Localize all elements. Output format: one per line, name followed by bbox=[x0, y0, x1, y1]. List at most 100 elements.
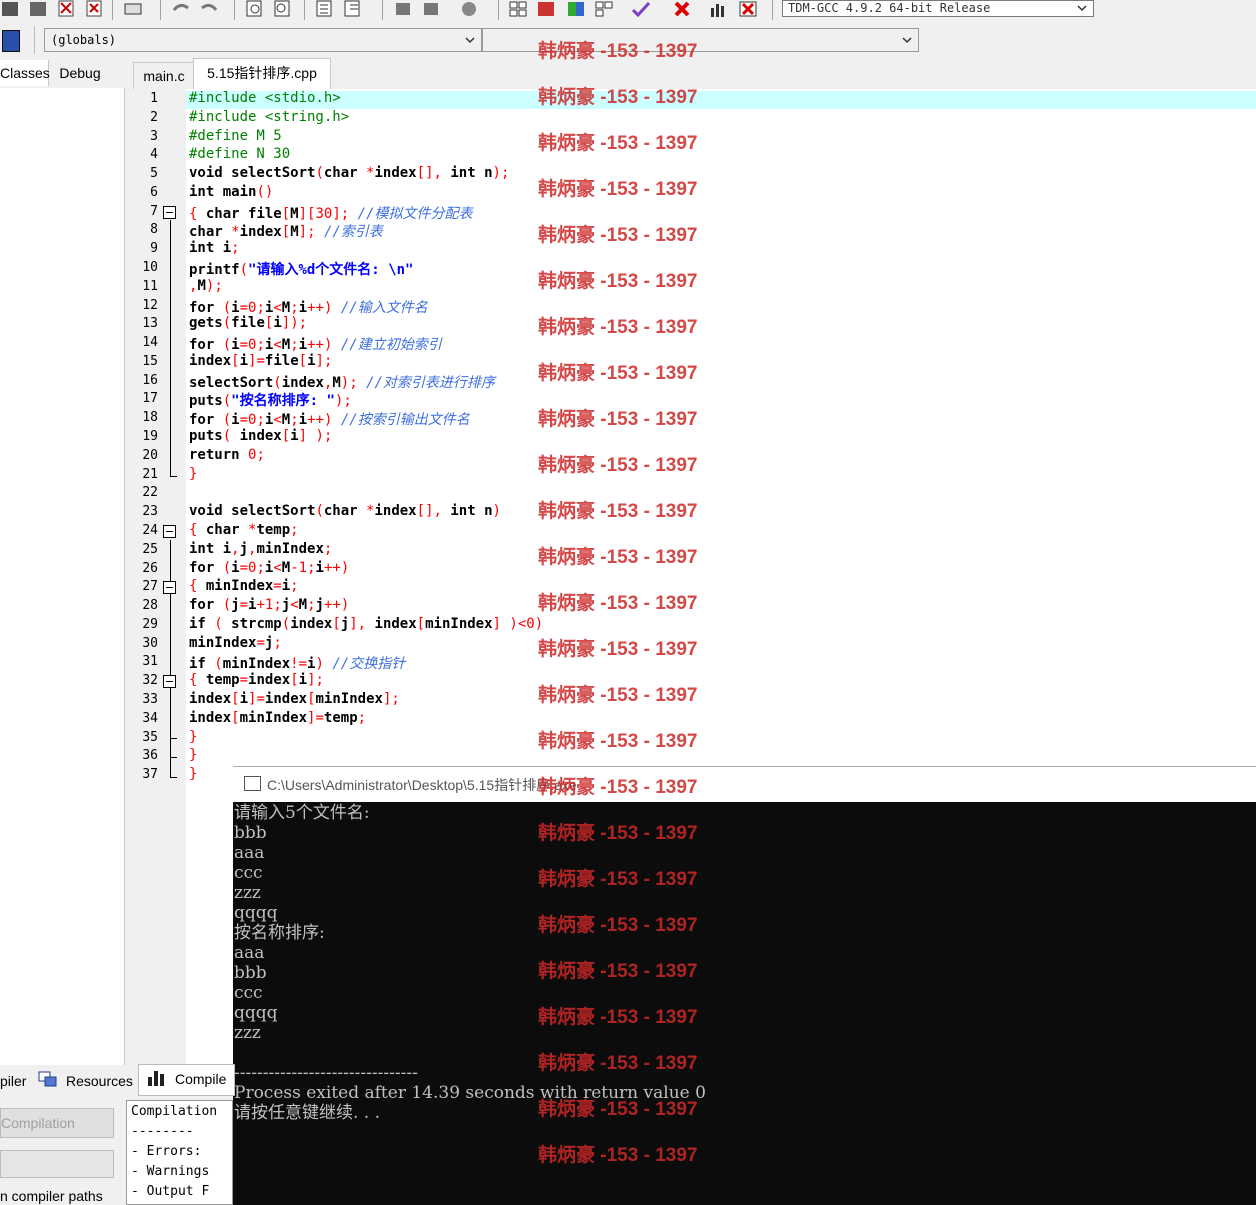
line-number: 12 bbox=[142, 297, 158, 313]
line-number: 26 bbox=[142, 560, 158, 576]
redo-icon[interactable] bbox=[198, 0, 220, 18]
delete-icon[interactable] bbox=[672, 0, 694, 18]
code-line: { minIndex=i; bbox=[189, 578, 299, 595]
compile-log-icon bbox=[146, 1069, 168, 1087]
code-line: #include <string.h> bbox=[189, 108, 350, 125]
line-number: 18 bbox=[142, 410, 158, 426]
fold-toggle[interactable] bbox=[163, 206, 176, 219]
save-all-icon[interactable] bbox=[28, 0, 50, 18]
compiler-select[interactable]: TDM-GCC 4.9.2 64-bit Release bbox=[782, 0, 1094, 17]
line-number: 23 bbox=[142, 504, 158, 520]
line-number: 28 bbox=[142, 598, 158, 614]
code-line: char *index[M]; //索引表 bbox=[189, 224, 383, 241]
tab-resources[interactable]: Resources bbox=[66, 1073, 133, 1089]
chevron-down-icon bbox=[902, 37, 912, 44]
code-line: index[i]=index[minIndex]; bbox=[189, 690, 400, 707]
fold-toggle[interactable] bbox=[163, 525, 176, 538]
tab-compile-log[interactable]: Compile bbox=[175, 1071, 226, 1087]
undo-icon[interactable] bbox=[170, 0, 192, 18]
console-line: qqqq bbox=[234, 903, 278, 923]
scope-select[interactable]: (globals) bbox=[44, 28, 482, 52]
line-number: 30 bbox=[142, 635, 158, 651]
watermark-text: 韩炳豪 -153 - 1397 bbox=[538, 317, 698, 338]
print-icon[interactable] bbox=[122, 0, 144, 18]
console-line: bbb bbox=[234, 963, 267, 983]
code-line: for (i=0;i<M;i++) //按索引输出文件名 bbox=[189, 412, 470, 429]
chart-icon[interactable] bbox=[708, 0, 730, 18]
watermark-text: 韩炳豪 -153 - 1397 bbox=[538, 823, 698, 844]
find-icon[interactable] bbox=[244, 0, 266, 18]
close-file-icon[interactable] bbox=[56, 0, 78, 18]
line-number: 22 bbox=[142, 485, 158, 501]
watermark-text: 韩炳豪 -153 - 1397 bbox=[538, 179, 698, 200]
line-number: 17 bbox=[142, 391, 158, 407]
watermark-text: 韩炳豪 -153 - 1397 bbox=[538, 409, 698, 430]
console-line: ccc bbox=[234, 983, 263, 1003]
line-number: 5 bbox=[150, 166, 158, 182]
compiler-paths-label: n compiler paths bbox=[0, 1188, 103, 1204]
save-icon[interactable] bbox=[0, 0, 22, 18]
watermark-text: 韩炳豪 -153 - 1397 bbox=[538, 777, 698, 798]
code-line: int main() bbox=[189, 183, 274, 200]
rebuild-icon[interactable] bbox=[594, 0, 616, 18]
code-line: index[minIndex]=temp; bbox=[189, 709, 367, 726]
code-line: { temp=index[i]; bbox=[189, 672, 324, 689]
line-number: 19 bbox=[142, 429, 158, 445]
main-toolbar: TDM-GCC 4.9.2 64-bit Release bbox=[0, 0, 1256, 24]
line-number: 1 bbox=[150, 91, 158, 106]
class-browser-panel bbox=[0, 88, 125, 1065]
bookmark-next-icon[interactable] bbox=[420, 0, 442, 18]
compile-icon[interactable] bbox=[508, 0, 530, 18]
log-line: - Output F bbox=[131, 1184, 210, 1199]
console-line: zzz bbox=[234, 883, 261, 903]
class-browser-icon[interactable] bbox=[2, 30, 20, 52]
line-number: 31 bbox=[142, 654, 158, 670]
code-line: { char *temp; bbox=[189, 521, 299, 538]
tab-compiler[interactable]: piler bbox=[0, 1073, 26, 1089]
code-line: void selectSort(char *index[], int n) bbox=[189, 503, 501, 520]
options-box[interactable] bbox=[0, 1150, 114, 1178]
close-all-icon[interactable] bbox=[84, 0, 106, 18]
tab-sort-cpp[interactable]: 5.15指针排序.cpp bbox=[193, 58, 331, 89]
stop-icon[interactable] bbox=[458, 0, 480, 18]
line-number: 10 bbox=[142, 260, 158, 276]
log-line: Compilation bbox=[131, 1104, 218, 1119]
fold-toggle[interactable] bbox=[163, 581, 176, 594]
line-number: 2 bbox=[150, 109, 158, 125]
abort-compilation-button[interactable]: Compilation bbox=[0, 1108, 114, 1138]
code-line: ,M); bbox=[189, 277, 223, 294]
console-line: zzz bbox=[234, 1023, 261, 1043]
console-line: ccc bbox=[234, 863, 263, 883]
code-line: } bbox=[189, 747, 198, 764]
compile-run-icon[interactable] bbox=[566, 0, 588, 18]
goto-line-icon[interactable] bbox=[314, 0, 336, 18]
bookmark-icon[interactable] bbox=[392, 0, 414, 18]
replace-icon[interactable] bbox=[272, 0, 294, 18]
line-number: 11 bbox=[142, 278, 158, 294]
watermark-text: 韩炳豪 -153 - 1397 bbox=[538, 869, 698, 890]
run-icon[interactable] bbox=[536, 0, 558, 18]
check-syntax-icon[interactable] bbox=[630, 0, 652, 18]
line-number: 16 bbox=[142, 372, 158, 388]
abort-icon[interactable] bbox=[738, 0, 760, 18]
code-line: if ( strcmp(index[j], index[minIndex] )<… bbox=[189, 615, 544, 632]
watermark-text: 韩炳豪 -153 - 1397 bbox=[538, 593, 698, 614]
fold-toggle[interactable] bbox=[163, 675, 176, 688]
line-number: 8 bbox=[150, 222, 158, 238]
code-line: } bbox=[189, 465, 198, 482]
line-number: 36 bbox=[142, 748, 158, 764]
tab-classes[interactable]: Classes bbox=[0, 60, 50, 86]
console-line: aaa bbox=[234, 843, 265, 863]
console-window[interactable] bbox=[233, 802, 1256, 1205]
code-line: void selectSort(char *index[], int n); bbox=[189, 165, 510, 182]
compiler-select-value: TDM-GCC 4.9.2 64-bit Release bbox=[788, 1, 991, 15]
code-line: } bbox=[189, 766, 198, 783]
resources-icon bbox=[38, 1071, 58, 1089]
watermark-text: 韩炳豪 -153 - 1397 bbox=[538, 1053, 698, 1074]
console-title: C:\Users\Administrator\Desktop\5.15指针排序.… bbox=[267, 777, 577, 793]
tab-debug[interactable]: Debug bbox=[50, 60, 110, 86]
console-line: qqqq bbox=[234, 1003, 278, 1023]
watermark-text: 韩炳豪 -153 - 1397 bbox=[538, 455, 698, 476]
tab-main-c[interactable]: main.c bbox=[133, 62, 195, 89]
indent-icon[interactable] bbox=[342, 0, 364, 18]
